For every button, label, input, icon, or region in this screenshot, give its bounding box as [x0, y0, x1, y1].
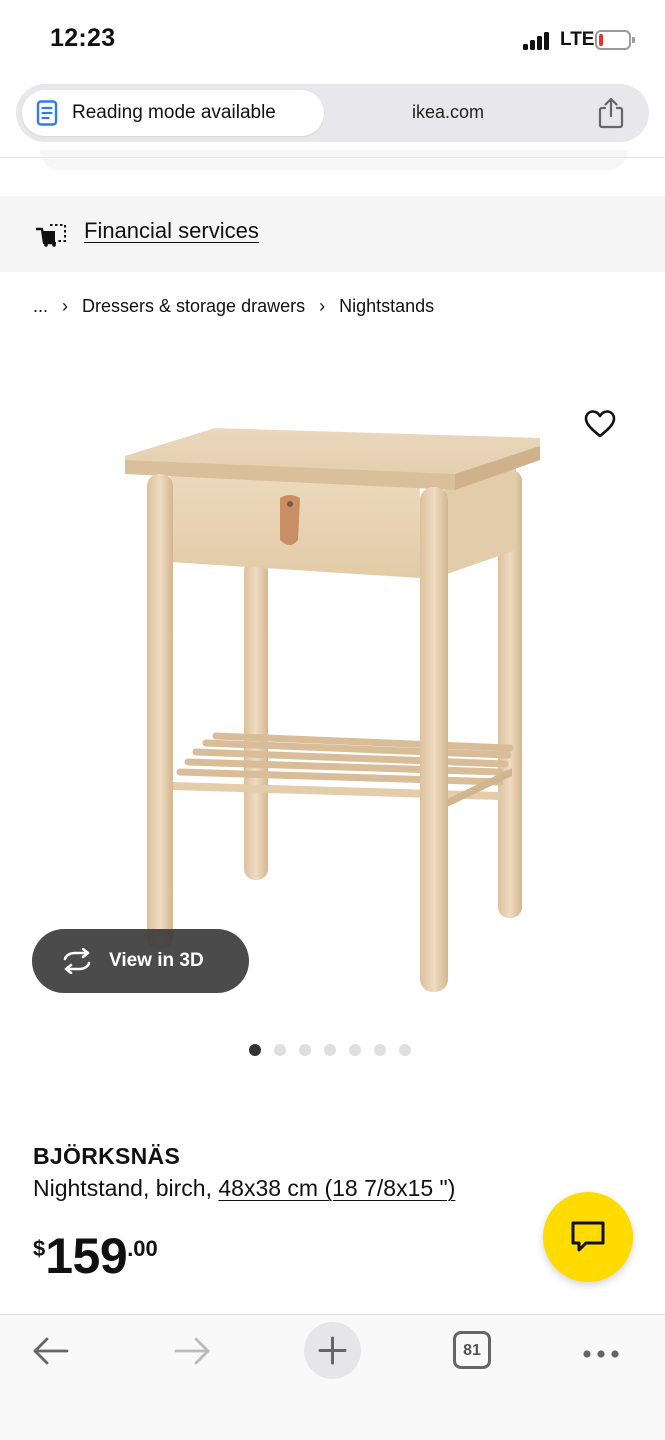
gallery-pagination[interactable] — [249, 1044, 411, 1056]
product-description: Nightstand, birch, 48x38 cm (18 7/8x15 "… — [33, 1175, 455, 1202]
share-icon[interactable] — [596, 96, 626, 135]
header-search-remnant — [40, 150, 628, 170]
breadcrumb-item-nightstands[interactable]: Nightstands — [339, 296, 434, 317]
gallery-dot[interactable] — [249, 1044, 261, 1056]
battery-level — [599, 34, 603, 46]
breadcrumb-item-dressers[interactable]: Dressers & storage drawers — [82, 296, 305, 317]
product-image[interactable] — [0, 360, 665, 1020]
address-bar[interactable]: Reading mode available ikea.com — [16, 84, 649, 142]
breadcrumb-ellipsis[interactable]: ... — [33, 296, 48, 317]
financial-services-banner[interactable]: Financial services — [0, 196, 665, 272]
shopping-cart-icon — [34, 221, 68, 252]
url-domain[interactable]: ikea.com — [412, 102, 484, 123]
battery-icon — [595, 30, 635, 50]
status-time: 12:23 — [50, 24, 116, 52]
breadcrumb: ... › Dressers & storage drawers › Night… — [33, 296, 434, 317]
status-bar: 12:23 LTE — [0, 0, 665, 80]
chat-bubble-icon — [570, 1220, 606, 1259]
view-in-3d-button[interactable]: View in 3D — [32, 929, 249, 993]
breadcrumb-separator: › — [319, 296, 326, 316]
signal-icon — [523, 32, 553, 50]
forward-arrow-icon[interactable] — [172, 1335, 212, 1372]
back-arrow-icon[interactable] — [31, 1335, 71, 1372]
price-currency: $ — [33, 1236, 46, 1261]
new-tab-button[interactable] — [304, 1322, 361, 1379]
gallery-dot[interactable] — [274, 1044, 286, 1056]
tab-count: 81 — [463, 1342, 481, 1359]
plus-icon — [318, 1336, 347, 1365]
reading-mode-icon — [36, 100, 58, 131]
rotate-3d-icon — [60, 947, 94, 979]
view-in-3d-label: View in 3D — [109, 950, 204, 971]
heart-outline-icon[interactable] — [583, 408, 617, 445]
price-decimal: .00 — [127, 1236, 158, 1261]
breadcrumb-separator: › — [62, 296, 69, 316]
gallery-dot[interactable] — [324, 1044, 336, 1056]
reading-mode-label: Reading mode available — [72, 102, 276, 123]
gallery-dot[interactable] — [374, 1044, 386, 1056]
gallery-dot[interactable] — [299, 1044, 311, 1056]
partially-hidden-text — [33, 1304, 243, 1314]
product-measure-link[interactable]: 48x38 cm (18 7/8x15 ") — [218, 1175, 455, 1201]
gallery-dot[interactable] — [349, 1044, 361, 1056]
price-integer: 159 — [45, 1228, 128, 1284]
more-icon[interactable] — [582, 1346, 620, 1364]
chat-button[interactable] — [543, 1192, 633, 1282]
product-type: Nightstand, birch, — [33, 1175, 219, 1201]
product-price: $ 159 .00 — [33, 1228, 158, 1284]
divider — [0, 157, 665, 158]
product-brand: BJÖRKSNÄS — [33, 1143, 181, 1169]
gallery-dot[interactable] — [399, 1044, 411, 1056]
tabs-icon[interactable]: 81 — [453, 1331, 491, 1369]
financial-services-link[interactable]: Financial services — [84, 218, 259, 244]
browser-toolbar: 81 — [0, 1314, 665, 1440]
reading-mode-button[interactable]: Reading mode available — [22, 90, 324, 136]
network-label: LTE — [560, 29, 595, 50]
